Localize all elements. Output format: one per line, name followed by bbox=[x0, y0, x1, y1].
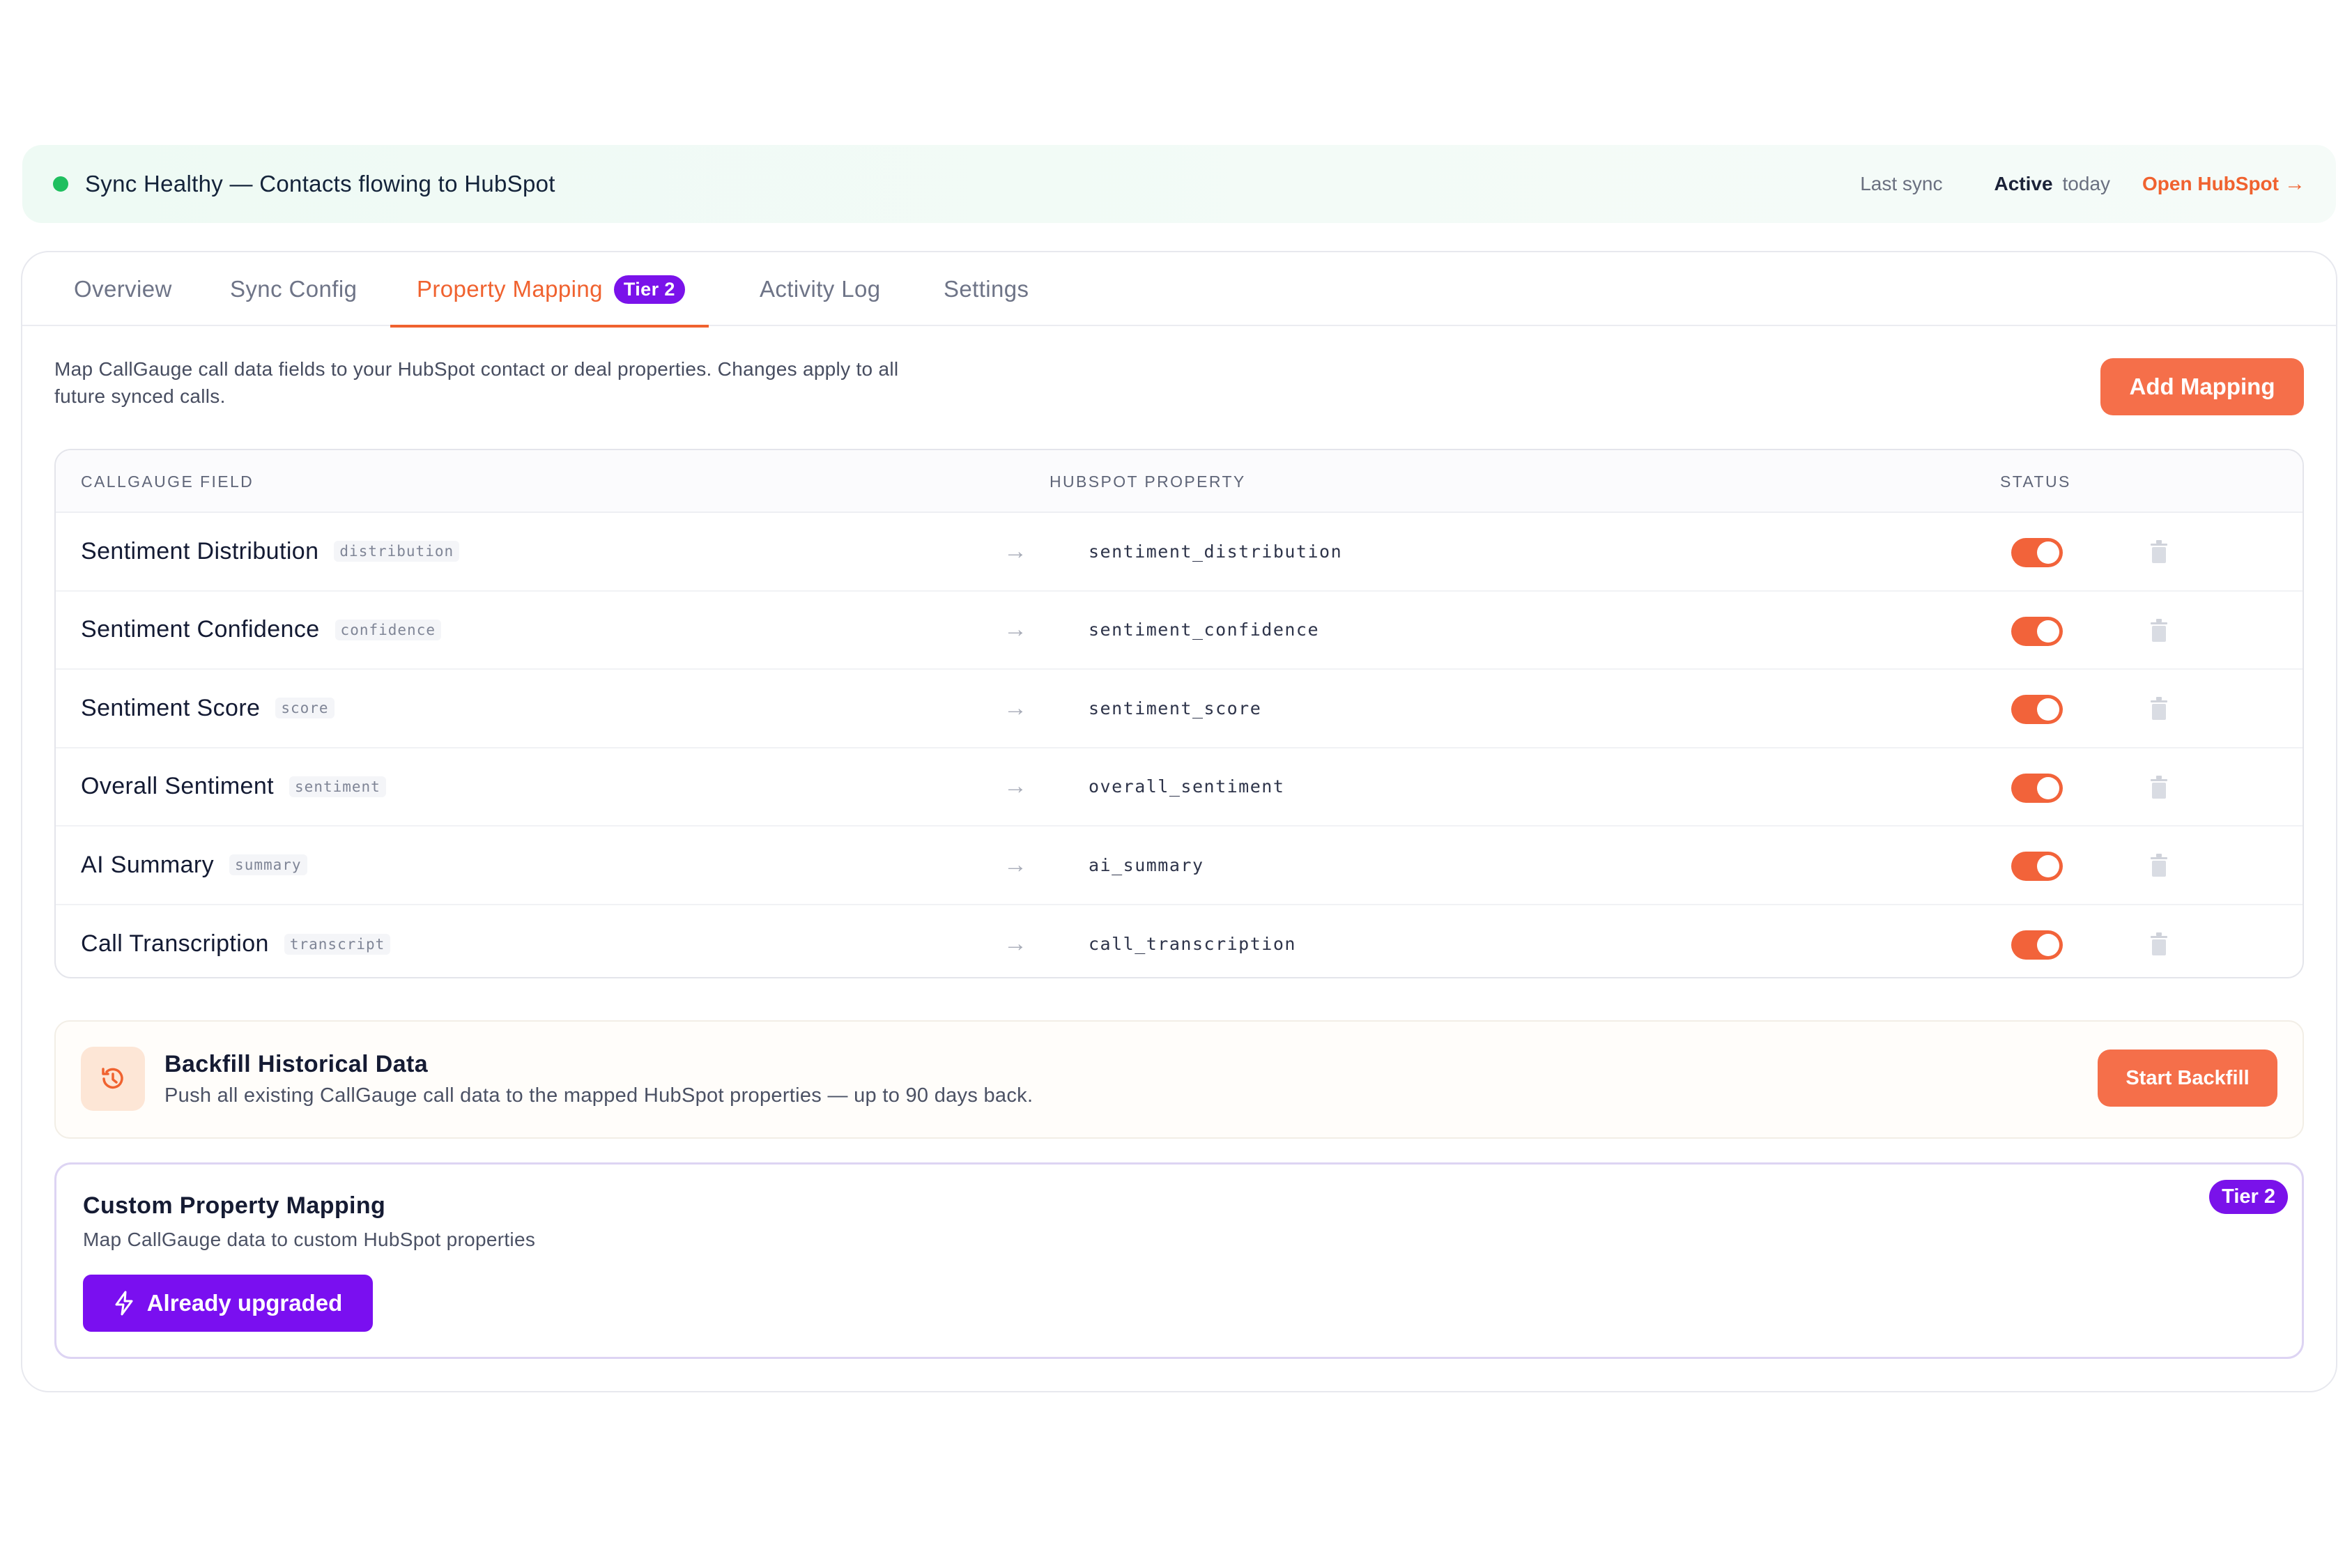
toggle-knob bbox=[2037, 698, 2059, 721]
sync-meta: Last sync Active today Open HubSpot → bbox=[1860, 172, 2305, 196]
trash-icon[interactable] bbox=[2149, 775, 2169, 800]
tab-bar: Overview Sync Config Property Mapping Ti… bbox=[22, 252, 2336, 328]
add-mapping-button[interactable]: Add Mapping bbox=[2100, 358, 2304, 415]
arrow-right-icon: → bbox=[1004, 537, 1027, 564]
last-sync-label: Last sync bbox=[1860, 173, 1943, 194]
custom-mapping-title: Custom Property Mapping bbox=[83, 1192, 386, 1219]
already-upgraded-label: Already upgraded bbox=[146, 1290, 343, 1316]
status-toggle[interactable] bbox=[2011, 616, 2063, 646]
hubspot-property: sentiment_score bbox=[1089, 698, 1262, 718]
hubspot-property: overall_sentiment bbox=[1089, 776, 1285, 797]
tab-activity-log[interactable]: Activity Log bbox=[760, 252, 881, 326]
tab-overview[interactable]: Overview bbox=[74, 252, 172, 326]
arrow-right-icon: → bbox=[1004, 694, 1027, 721]
backfill-title: Backfill Historical Data bbox=[164, 1051, 429, 1077]
hubspot-property: sentiment_confidence bbox=[1089, 620, 1320, 640]
field-cell: Overall Sentiment sentiment bbox=[81, 748, 386, 826]
sync-status-banner: Sync Healthy — Contacts flowing to HubSp… bbox=[22, 145, 2336, 223]
arrow-right-icon: → bbox=[1004, 851, 1027, 878]
column-header-status: STATUS bbox=[2000, 472, 2071, 491]
toggle-knob bbox=[2037, 620, 2059, 643]
column-header-property: HUBSPOT PROPERTY bbox=[1050, 472, 1246, 491]
table-header: CALLGAUGE FIELD HUBSPOT PROPERTY STATUS bbox=[56, 450, 2303, 513]
field-cell: Call Transcription transcript bbox=[81, 905, 391, 978]
history-icon bbox=[81, 1047, 145, 1111]
arrow-right-icon: → bbox=[1004, 773, 1027, 800]
field-name: Sentiment Confidence bbox=[81, 616, 320, 643]
table-row: Sentiment Distribution distribution → se… bbox=[56, 513, 2303, 592]
trash-icon[interactable] bbox=[2149, 539, 2169, 564]
start-backfill-button[interactable]: Start Backfill bbox=[2098, 1050, 2277, 1107]
hubspot-property: call_transcription bbox=[1089, 934, 1296, 955]
column-header-field: CALLGAUGE FIELD bbox=[81, 472, 254, 491]
toggle-knob bbox=[2037, 855, 2059, 877]
page: Sync Healthy — Contacts flowing to HubSp… bbox=[0, 0, 2352, 1568]
trash-icon[interactable] bbox=[2149, 932, 2169, 957]
active-when: today bbox=[2062, 173, 2111, 194]
field-key: sentiment bbox=[289, 776, 386, 797]
field-key: summary bbox=[229, 854, 307, 876]
table-row: Call Transcription transcript → call_tra… bbox=[56, 905, 2303, 978]
tab-label: Overview bbox=[74, 276, 172, 302]
status-dot-icon bbox=[53, 176, 68, 192]
toggle-knob bbox=[2037, 541, 2059, 564]
field-cell: Sentiment Distribution distribution bbox=[81, 513, 460, 590]
already-upgraded-button[interactable]: Already upgraded bbox=[83, 1275, 373, 1332]
trash-icon[interactable] bbox=[2149, 618, 2169, 643]
mapping-description: Map CallGauge call data fields to your H… bbox=[54, 358, 899, 407]
status-toggle[interactable] bbox=[2011, 695, 2063, 724]
tab-label: Sync Config bbox=[230, 276, 358, 302]
tab-label: Property Mapping bbox=[417, 276, 603, 302]
table-row: Overall Sentiment sentiment → overall_se… bbox=[56, 748, 2303, 827]
hubspot-property: ai_summary bbox=[1089, 854, 1204, 875]
field-name: Sentiment Score bbox=[81, 694, 261, 721]
tab-label: Settings bbox=[944, 276, 1029, 302]
toggle-knob bbox=[2037, 933, 2059, 956]
field-name: Call Transcription bbox=[81, 930, 269, 958]
integration-card: Overview Sync Config Property Mapping Ti… bbox=[21, 251, 2337, 1392]
status-toggle[interactable] bbox=[2011, 538, 2063, 567]
field-name: Overall Sentiment bbox=[81, 773, 275, 800]
field-cell: Sentiment Confidence confidence bbox=[81, 592, 441, 669]
mapping-table: CALLGAUGE FIELD HUBSPOT PROPERTY STATUS … bbox=[54, 449, 2304, 978]
backfill-description: Push all existing CallGauge call data to… bbox=[164, 1084, 1033, 1107]
toggle-knob bbox=[2037, 776, 2059, 799]
sync-status-text: Sync Healthy — Contacts flowing to HubSp… bbox=[85, 171, 555, 197]
tab-label: Activity Log bbox=[760, 276, 881, 302]
table-row: Sentiment Score score → sentiment_score bbox=[56, 670, 2303, 748]
backfill-panel: Backfill Historical Data Push all existi… bbox=[54, 1020, 2304, 1139]
tab-sync-config[interactable]: Sync Config bbox=[230, 252, 357, 326]
arrow-right-icon: → bbox=[2284, 172, 2305, 195]
field-key: score bbox=[275, 698, 335, 719]
tab-settings[interactable]: Settings bbox=[944, 252, 1029, 326]
field-name: AI Summary bbox=[81, 851, 215, 878]
field-cell: AI Summary summary bbox=[81, 827, 307, 904]
hubspot-property: sentiment_distribution bbox=[1089, 541, 1343, 562]
custom-mapping-description: Map CallGauge data to custom HubSpot pro… bbox=[83, 1229, 536, 1250]
tier-badge: Tier 2 bbox=[613, 275, 685, 304]
tier-badge: Tier 2 bbox=[2209, 1180, 2288, 1214]
trash-icon[interactable] bbox=[2149, 853, 2169, 878]
status-toggle[interactable] bbox=[2011, 852, 2063, 881]
arrow-right-icon: → bbox=[1004, 930, 1027, 958]
field-key: transcript bbox=[284, 933, 391, 955]
custom-mapping-panel: Custom Property Mapping Map CallGauge da… bbox=[54, 1162, 2304, 1359]
field-cell: Sentiment Score score bbox=[81, 670, 335, 747]
trash-icon[interactable] bbox=[2149, 696, 2169, 721]
active-label: Active bbox=[1994, 173, 2053, 194]
lightning-icon bbox=[115, 1291, 133, 1316]
field-name: Sentiment Distribution bbox=[81, 537, 319, 564]
open-hubspot-link[interactable]: Open HubSpot → bbox=[2142, 172, 2305, 196]
table-row: Sentiment Confidence confidence → sentim… bbox=[56, 592, 2303, 670]
arrow-right-icon: → bbox=[1004, 616, 1027, 643]
status-toggle[interactable] bbox=[2011, 773, 2063, 803]
table-row: AI Summary summary → ai_summary bbox=[56, 827, 2303, 905]
tab-property-mapping[interactable]: Property Mapping Tier 2 bbox=[390, 252, 709, 328]
field-key: confidence bbox=[335, 619, 441, 640]
field-key: distribution bbox=[334, 541, 460, 562]
status-toggle[interactable] bbox=[2011, 930, 2063, 960]
open-hubspot-label: Open HubSpot bbox=[2142, 173, 2279, 194]
